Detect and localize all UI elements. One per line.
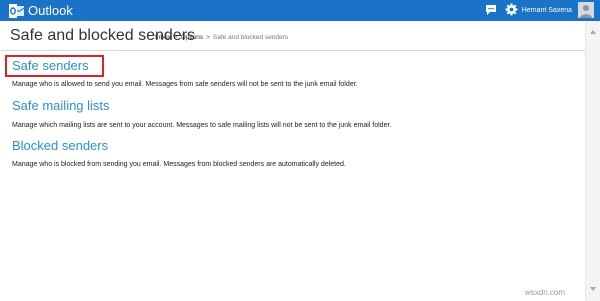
scroll-up-arrow-icon[interactable] bbox=[590, 30, 596, 34]
chat-icon[interactable] bbox=[485, 4, 497, 16]
safe-senders-description: Manage who is allowed to send you email.… bbox=[12, 81, 358, 88]
gear-icon[interactable] bbox=[505, 3, 518, 16]
breadcrumb-separator: > bbox=[173, 34, 178, 41]
brand[interactable]: Outlook bbox=[9, 2, 73, 19]
watermark: wsxdn.com bbox=[525, 288, 566, 297]
breadcrumb-inbox[interactable]: Inbox bbox=[155, 33, 171, 43]
blocked-senders-description: Manage who is blocked from sending you e… bbox=[12, 161, 346, 168]
vertical-scrollbar[interactable] bbox=[585, 21, 600, 301]
top-bar: Outlook Hemant Saxena bbox=[0, 0, 600, 21]
outlook-logo-icon bbox=[9, 3, 24, 18]
breadcrumb-options[interactable]: Options bbox=[181, 33, 203, 43]
user-name[interactable]: Hemant Saxena bbox=[522, 5, 572, 16]
safe-senders-link[interactable]: Safe senders bbox=[12, 58, 89, 74]
app-name: Outlook bbox=[28, 3, 73, 18]
blocked-senders-link[interactable]: Blocked senders bbox=[12, 138, 108, 154]
breadcrumb: Inbox > Options > Safe and blocked sende… bbox=[155, 33, 288, 43]
scroll-down-arrow-icon[interactable] bbox=[590, 287, 596, 291]
breadcrumb-separator: > bbox=[206, 34, 210, 41]
avatar[interactable] bbox=[578, 2, 594, 18]
safe-mailing-lists-description: Manage which mailing lists are sent to y… bbox=[12, 122, 392, 129]
safe-mailing-lists-link[interactable]: Safe mailing lists bbox=[12, 98, 110, 114]
header-divider bbox=[0, 50, 585, 51]
breadcrumb-current: Safe and blocked senders bbox=[212, 34, 289, 41]
